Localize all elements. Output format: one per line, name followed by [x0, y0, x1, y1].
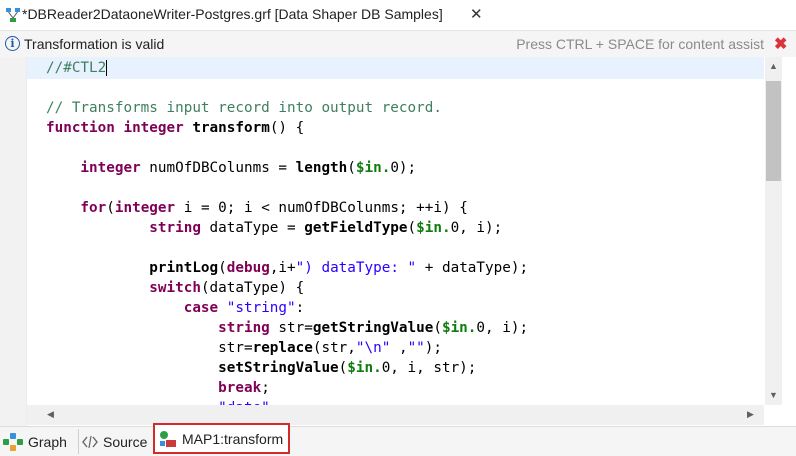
map-transform-icon: [160, 430, 176, 447]
code-token: switch: [46, 280, 201, 296]
code-token: 0, i);: [450, 220, 503, 236]
close-infobar-icon[interactable]: ✖: [774, 34, 787, 54]
code-token: (str,: [312, 340, 356, 356]
vertical-scroll-thumb[interactable]: [766, 81, 781, 181]
code-token: (: [218, 260, 227, 276]
code-token: "\n": [355, 340, 399, 356]
tab-source-label: Source: [103, 433, 148, 450]
code-token: () {: [269, 120, 305, 136]
code-token: (: [347, 160, 356, 176]
code-token: 0);: [390, 160, 417, 176]
code-token: $in.: [347, 360, 382, 376]
code-line: // Transforms input record into output r…: [46, 98, 442, 118]
code-token: setStringValue: [46, 360, 339, 376]
code-token: integer: [114, 200, 184, 216]
code-line: case "string":: [46, 298, 305, 318]
code-token: (: [407, 220, 417, 236]
code-token: //#CTL2: [46, 60, 107, 76]
code-token: numOfDBColunms =: [149, 160, 296, 176]
bottom-tab-bar: Graph Source MAP1:transform: [0, 423, 796, 456]
code-token: "string": [226, 300, 296, 316]
code-token: integer: [46, 160, 150, 176]
code-token: string: [46, 220, 210, 236]
code-token: ,i+: [269, 260, 296, 276]
code-line: //#CTL2: [46, 58, 108, 78]
code-line: break;: [46, 378, 270, 398]
graph-file-icon: [6, 8, 20, 22]
code-token: for: [46, 200, 107, 216]
code-token: 0, i, str);: [381, 360, 477, 376]
code-token: getFieldType: [304, 220, 408, 236]
info-bar: i Transformation is valid Press CTRL + S…: [0, 31, 796, 57]
code-token: i = 0; i < numOfDBColunms; ++i) {: [183, 200, 468, 216]
code-token: (: [433, 320, 442, 336]
code-token: $in.: [355, 160, 391, 176]
code-line: for(integer i = 0; i < numOfDBColunms; +…: [46, 198, 468, 218]
editor-tab-bar: *DBReader2DataoneWriter-Postgres.grf [Da…: [0, 0, 796, 31]
code-token: integer: [123, 120, 193, 136]
graph-icon: [3, 432, 23, 451]
tab-graph-label: Graph: [28, 433, 67, 450]
code-token: function: [46, 120, 124, 136]
code-token: ") dataType: ": [295, 260, 417, 276]
code-token: $in.: [441, 320, 477, 336]
content-assist-hint: Press CTRL + SPACE for content assist: [516, 36, 764, 52]
scroll-down-icon[interactable]: ▼: [769, 390, 778, 400]
code-token: str=: [278, 320, 313, 336]
code-token: (: [338, 360, 348, 376]
code-token: str=: [46, 340, 253, 356]
code-token: replace: [252, 340, 313, 356]
scroll-left-icon[interactable]: ◀: [47, 409, 54, 420]
info-icon: i: [5, 36, 20, 51]
validation-status: Transformation is valid: [24, 36, 165, 52]
code-token: );: [424, 340, 442, 356]
code-token: // Transforms input record into output r…: [46, 100, 442, 116]
scroll-up-icon[interactable]: ▲: [769, 61, 778, 71]
code-line: switch(dataType) {: [46, 278, 304, 298]
code-token: ;: [261, 380, 270, 396]
code-token: debug: [226, 260, 270, 276]
tab-map1-transform[interactable]: MAP1:transform: [153, 423, 290, 454]
code-token: "": [407, 340, 425, 356]
code-token: break: [46, 380, 262, 396]
editor-tab-title: *DBReader2DataoneWriter-Postgres.grf [Da…: [22, 6, 443, 22]
code-token: case: [46, 300, 227, 316]
code-line: string str=getStringValue($in.0, i);: [46, 318, 528, 338]
code-token: 0, i);: [476, 320, 529, 336]
source-code-icon: [82, 435, 98, 448]
tab-source[interactable]: Source: [78, 429, 155, 454]
code-token: (: [106, 200, 115, 216]
code-token: :: [295, 300, 305, 316]
tab-graph[interactable]: Graph: [2, 429, 72, 454]
code-line: string dataType = getFieldType($in.0, i)…: [46, 218, 502, 238]
code-token: + dataType);: [416, 260, 529, 276]
code-token: $in.: [416, 220, 451, 236]
code-line: setStringValue($in.0, i, str);: [46, 358, 476, 378]
close-tab-icon[interactable]: ✕: [470, 5, 483, 23]
editor-tab[interactable]: *DBReader2DataoneWriter-Postgres.grf [Da…: [0, 0, 488, 30]
editor-gutter: [0, 57, 27, 426]
code-line: printLog(debug,i+") dataType: " + dataTy…: [46, 258, 528, 278]
code-line: str=replace(str,"\n" ,"");: [46, 338, 442, 358]
code-token: string: [46, 320, 279, 336]
vertical-scrollbar[interactable]: ▲ ▼: [765, 57, 782, 405]
code-token: transform: [192, 120, 270, 136]
text-caret: [106, 60, 108, 76]
code-line: "date": [46, 398, 270, 405]
code-token: dataType =: [209, 220, 305, 236]
current-line-highlight: [27, 57, 764, 79]
code-token: getStringValue: [312, 320, 434, 336]
code-editor[interactable]: //#CTL2 // Transforms input record into o…: [0, 57, 796, 426]
scroll-right-icon[interactable]: ▶: [747, 409, 754, 420]
tab-map1-transform-label: MAP1:transform: [182, 430, 284, 447]
code-token: ,: [398, 340, 408, 356]
code-token: (dataType) {: [200, 280, 305, 296]
code-token: printLog: [46, 260, 219, 276]
code-line: integer numOfDBColunms = length($in.0);: [46, 158, 416, 178]
code-token: length: [295, 160, 348, 176]
horizontal-scrollbar[interactable]: ◀ ▶: [27, 405, 764, 425]
code-area[interactable]: //#CTL2 // Transforms input record into o…: [27, 57, 764, 405]
code-line: function integer transform() {: [46, 118, 304, 138]
